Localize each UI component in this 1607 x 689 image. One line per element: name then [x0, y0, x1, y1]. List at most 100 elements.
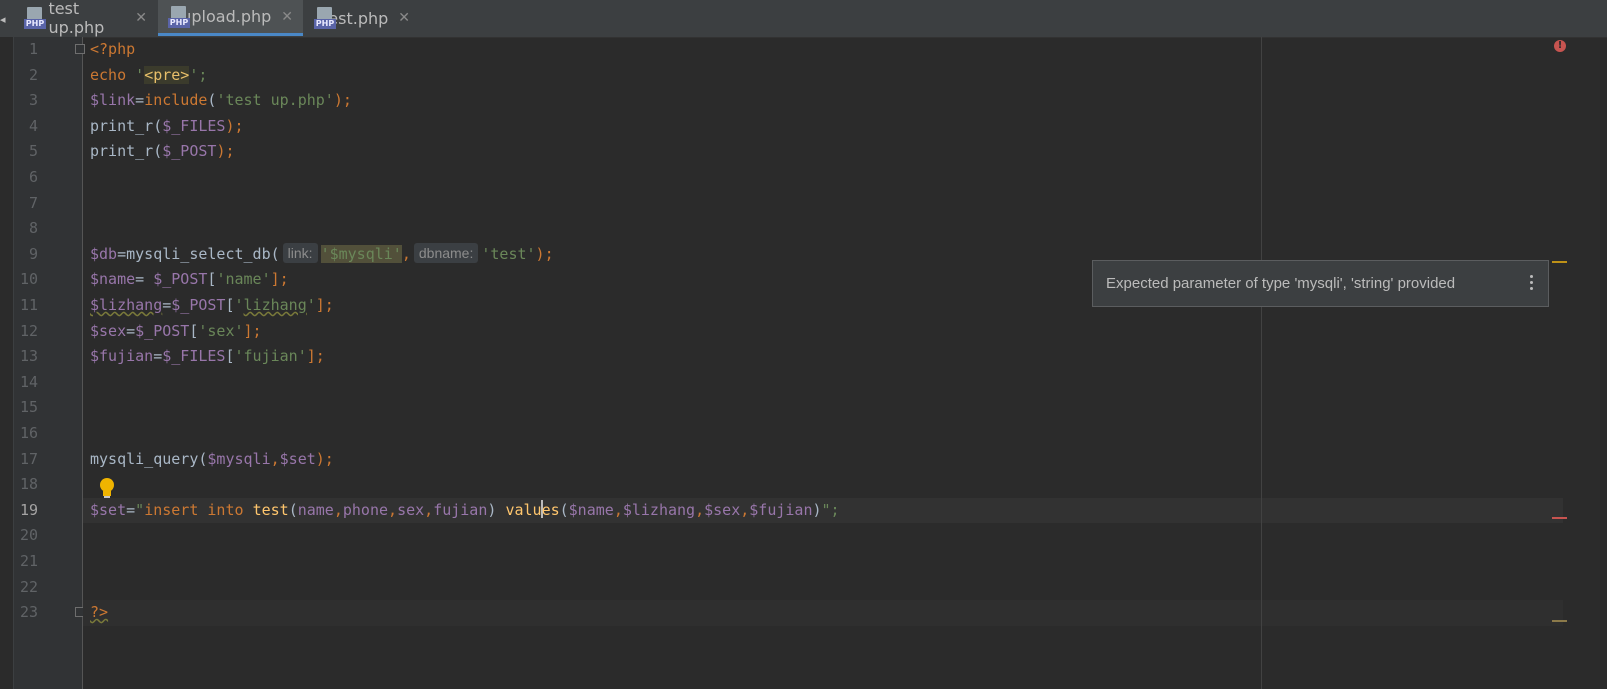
close-icon[interactable]: ✕	[398, 10, 410, 26]
php-open-tag: <?php	[90, 40, 136, 58]
variable: $db	[90, 244, 118, 263]
warning-marker[interactable]	[1552, 261, 1567, 263]
code-line-17[interactable]: mysqli_query($mysqli,$set);	[90, 447, 334, 473]
string: 'fujian'	[234, 347, 307, 366]
line-number: 18	[19, 475, 38, 494]
inspection-tooltip[interactable]: Expected parameter of type 'mysqli', 'st…	[1092, 260, 1549, 307]
weak-warning-marker[interactable]	[1552, 620, 1567, 622]
bracket: [	[225, 296, 235, 314]
variable: $_POST	[153, 270, 208, 289]
string: ';	[189, 65, 208, 84]
punctuation: ,	[401, 244, 411, 263]
punctuation: ,	[270, 449, 280, 468]
keyword: echo	[90, 65, 127, 84]
code-line-3[interactable]: $link=include('test up.php');	[90, 88, 352, 114]
string: lizhang	[243, 296, 307, 314]
line-number: 3	[28, 91, 38, 110]
string: 'name'	[216, 270, 271, 289]
string: 'test up.php'	[216, 91, 334, 110]
string: '	[234, 296, 244, 314]
paren: )	[487, 500, 506, 519]
line-number: 17	[19, 449, 38, 468]
code-line-13[interactable]: $fujian=$_FILES['fujian'];	[90, 344, 325, 370]
punctuation: ,	[388, 500, 398, 519]
variable: $lizhang	[90, 296, 163, 314]
code-line-23[interactable]: ?>	[90, 600, 108, 626]
code-line-19[interactable]: $set="insert into test(name,phone,sex,fu…	[90, 498, 840, 524]
line-number: 1	[28, 40, 38, 58]
paren: (	[559, 500, 569, 519]
punctuation: ,	[613, 500, 623, 519]
paren: (	[288, 500, 298, 519]
code-line-11[interactable]: $lizhang=$_POST['lizhang'];	[90, 293, 334, 319]
error-indicator-icon[interactable]: !	[1554, 40, 1566, 52]
gutter-margin	[0, 37, 14, 689]
punctuation: );	[333, 91, 352, 110]
sql-keyword: insert	[144, 500, 199, 519]
parameter-hint: link:	[282, 242, 318, 263]
operator: =	[162, 296, 172, 314]
html-tag: <pre>	[144, 65, 190, 84]
function-call: print_r(	[90, 116, 163, 135]
string: '	[306, 296, 316, 314]
variable: $_POST	[135, 321, 190, 340]
code-line-2[interactable]: echo '<pre>';	[90, 63, 207, 89]
punctuation: ,	[695, 500, 705, 519]
tab-upload-php[interactable]: PHP upload.php ✕	[158, 0, 303, 36]
lightbulb-icon[interactable]	[98, 477, 116, 499]
code-line-12[interactable]: $sex=$_POST['sex'];	[90, 319, 262, 345]
php-close-tag: ?>	[90, 603, 109, 622]
tab-label: upload.php	[181, 7, 272, 26]
line-number: 9	[28, 244, 38, 263]
line-number: 11	[19, 296, 38, 314]
string-quote: ";	[821, 500, 840, 519]
punctuation: ,	[740, 500, 750, 519]
line-number: 14	[19, 372, 38, 391]
line-number: 4	[28, 116, 38, 135]
line-number: 23	[19, 603, 38, 622]
variable: $fujian	[90, 347, 154, 366]
line-number: 8	[28, 219, 38, 238]
variable: $_POST	[162, 142, 217, 161]
variable: $set	[279, 449, 316, 468]
tab-test-up-php[interactable]: PHP test up.php ✕	[14, 0, 157, 37]
variable: $lizhang	[622, 500, 696, 519]
sql-keyword: into	[198, 500, 253, 519]
punctuation: );	[225, 116, 244, 135]
code-line-10[interactable]: $name= $_POST['name'];	[90, 267, 289, 293]
line-number: 10	[19, 270, 38, 289]
keyword: include	[144, 91, 208, 110]
punctuation: );	[535, 244, 554, 263]
line-number: 21	[19, 552, 38, 570]
close-icon[interactable]: ✕	[281, 9, 293, 25]
string: 'test'	[481, 244, 536, 263]
close-icon[interactable]: ✕	[135, 10, 147, 26]
string: '	[135, 65, 145, 84]
variable: $link	[90, 91, 136, 110]
function-call: print_r(	[90, 142, 163, 161]
error-marker[interactable]	[1552, 517, 1567, 519]
punctuation: ];	[243, 321, 262, 340]
punctuation: ,	[424, 500, 434, 519]
line-number: 7	[28, 193, 38, 212]
code-line-5[interactable]: print_r($_POST);	[90, 139, 235, 165]
punctuation: ];	[306, 347, 325, 366]
more-options-icon[interactable]	[1530, 275, 1534, 293]
code-line-9[interactable]: $db=mysqli_select_db(link: '$mysqli', dbna…	[90, 242, 554, 268]
code-line-1[interactable]: <?php	[90, 37, 135, 63]
operator: =	[126, 321, 136, 340]
scroll-tabs-left-icon[interactable]: ◂	[0, 13, 6, 26]
tab-label: test up.php	[48, 0, 105, 37]
variable: $name	[568, 500, 614, 519]
closing-tag-line-highlight	[83, 600, 1563, 626]
php-file-icon: PHP	[168, 5, 190, 28]
punctuation: ];	[270, 270, 289, 289]
string-warning[interactable]: '$mysqli'	[320, 244, 402, 263]
punctuation: );	[315, 449, 334, 468]
code-line-4[interactable]: print_r($_FILES);	[90, 114, 244, 140]
php-file-icon: PHP	[314, 7, 336, 29]
variable: $_FILES	[162, 347, 226, 366]
tab-test-php[interactable]: PHP test.php ✕	[304, 0, 420, 36]
function-call: mysqli_query(	[90, 449, 208, 468]
bracket: [	[225, 347, 235, 366]
